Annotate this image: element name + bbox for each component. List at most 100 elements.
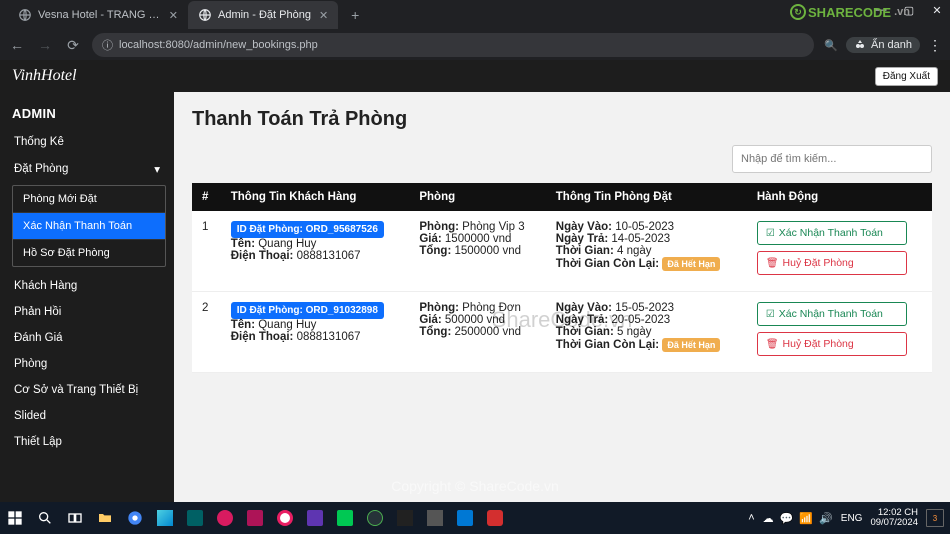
logout-button[interactable]: Đăng Xuất bbox=[875, 67, 938, 86]
sidebar-submenu-booking: Phòng Mới Đặt Xác Nhận Thanh Toán Hồ Sơ … bbox=[12, 185, 166, 267]
th-index: # bbox=[192, 183, 221, 211]
chevron-down-icon: ▾ bbox=[154, 162, 160, 176]
bookings-table: # Thông Tin Khách Hàng Phòng Thông Tin P… bbox=[192, 183, 932, 373]
cancel-booking-button[interactable]: 🗑Huỷ Đặt Phòng bbox=[757, 251, 907, 275]
th-action: Hành Động bbox=[747, 183, 932, 211]
reload-icon[interactable]: ⟳ bbox=[64, 37, 82, 54]
sidebar-item-customers[interactable]: Khách Hàng bbox=[0, 273, 174, 299]
table-row: 1 ID Đặt Phòng: ORD_95687526 Tên: Quang … bbox=[192, 211, 932, 292]
search-shortcut-icon[interactable]: 🔍 bbox=[824, 39, 838, 52]
th-room: Phòng bbox=[409, 183, 545, 211]
confirm-payment-button[interactable]: ☑Xác Nhận Thanh Toán bbox=[757, 302, 907, 326]
cell-room: Phòng: Phòng Đơn Giá: 500000 vnd Tổng: 2… bbox=[409, 292, 545, 373]
globe-icon bbox=[198, 8, 212, 22]
trash-icon: 🗑 bbox=[766, 258, 779, 269]
task-view-icon[interactable] bbox=[60, 502, 90, 534]
confirm-payment-button[interactable]: ☑Xác Nhận Thanh Toán bbox=[757, 221, 907, 245]
order-id-badge: ID Đặt Phòng: ORD_95687526 bbox=[231, 221, 384, 238]
site-info-icon[interactable]: ⓘ bbox=[102, 37, 113, 53]
back-icon[interactable]: ← bbox=[8, 37, 26, 53]
close-icon[interactable]: ✕ bbox=[319, 9, 328, 22]
browser-chrome: Vesna Hotel - TRANG CHỦ ✕ Admin - Đặt Ph… bbox=[0, 0, 950, 60]
app-icon-2[interactable] bbox=[180, 502, 210, 534]
language-indicator[interactable]: ENG bbox=[841, 513, 863, 524]
windows-taskbar: ˄ ☁ 💬 📶 🔊 ENG 12:02 CH 09/07/2024 3 bbox=[0, 502, 950, 534]
submenu-new-bookings[interactable]: Phòng Mới Đặt bbox=[13, 186, 165, 213]
cell-customer: ID Đặt Phòng: ORD_95687526 Tên: Quang Hu… bbox=[221, 211, 410, 292]
close-window-icon[interactable]: ✕ bbox=[930, 4, 944, 17]
url-text: localhost:8080/admin/new_bookings.php bbox=[119, 39, 318, 51]
tab-title: Vesna Hotel - TRANG CHỦ bbox=[38, 9, 161, 21]
new-tab-button[interactable]: + bbox=[344, 7, 366, 23]
browser-tab-active[interactable]: Admin - Đặt Phòng ✕ bbox=[188, 1, 338, 29]
cell-index: 2 bbox=[192, 292, 221, 373]
address-bar: ← → ⟳ ⓘ localhost:8080/admin/new_booking… bbox=[0, 30, 950, 60]
search-input[interactable] bbox=[732, 145, 932, 173]
submenu-booking-profile[interactable]: Hồ Sơ Đặt Phòng bbox=[13, 240, 165, 266]
app-icon-8[interactable] bbox=[360, 502, 390, 534]
cell-customer: ID Đặt Phòng: ORD_91032898 Tên: Quang Hu… bbox=[221, 292, 410, 373]
message-icon[interactable]: 💬 bbox=[780, 512, 794, 525]
wifi-icon[interactable]: 📶 bbox=[799, 512, 813, 525]
sidebar-item-rooms[interactable]: Phòng bbox=[0, 351, 174, 377]
url-input[interactable]: ⓘ localhost:8080/admin/new_bookings.php bbox=[92, 33, 814, 57]
notification-icon[interactable]: 3 bbox=[926, 509, 944, 527]
tray-chevron-icon[interactable]: ˄ bbox=[748, 512, 754, 524]
brand-logo[interactable]: VinhHotel bbox=[12, 67, 77, 85]
cell-room: Phòng: Phòng Vip 3 Giá: 1500000 vnd Tổng… bbox=[409, 211, 545, 292]
app-icon-11[interactable] bbox=[480, 502, 510, 534]
app-icon-5[interactable] bbox=[270, 502, 300, 534]
search-icon[interactable] bbox=[30, 502, 60, 534]
chrome-icon[interactable] bbox=[120, 502, 150, 534]
cell-action: ☑Xác Nhận Thanh Toán 🗑Huỷ Đặt Phòng bbox=[747, 292, 932, 373]
browser-tab[interactable]: Vesna Hotel - TRANG CHỦ ✕ bbox=[8, 1, 188, 29]
sidebar: ADMIN Thống Kê Đặt Phòng ▾ Phòng Mới Đặt… bbox=[0, 92, 174, 502]
cancel-booking-button[interactable]: 🗑Huỷ Đặt Phòng bbox=[757, 332, 907, 356]
explorer-icon[interactable] bbox=[90, 502, 120, 534]
app-icon-9[interactable] bbox=[390, 502, 420, 534]
tab-bar: Vesna Hotel - TRANG CHỦ ✕ Admin - Đặt Ph… bbox=[0, 0, 950, 30]
check-icon: ☑ bbox=[766, 228, 775, 239]
expired-badge: Đã Hết Hạn bbox=[662, 338, 720, 352]
app-icon-10[interactable] bbox=[420, 502, 450, 534]
sidebar-item-stats[interactable]: Thống Kê bbox=[0, 129, 174, 155]
table-row: 2 ID Đặt Phòng: ORD_91032898 Tên: Quang … bbox=[192, 292, 932, 373]
sidebar-item-slides[interactable]: Slided bbox=[0, 403, 174, 429]
incognito-icon bbox=[854, 39, 866, 51]
volume-icon[interactable]: 🔊 bbox=[819, 512, 833, 525]
order-id-badge: ID Đặt Phòng: ORD_91032898 bbox=[231, 302, 384, 319]
close-icon[interactable]: ✕ bbox=[169, 9, 178, 22]
th-customer: Thông Tin Khách Hàng bbox=[221, 183, 410, 211]
expired-badge: Đã Hết Hạn bbox=[662, 257, 720, 271]
sidebar-item-reviews[interactable]: Đánh Giá bbox=[0, 325, 174, 351]
cell-action: ☑Xác Nhận Thanh Toán 🗑Huỷ Đặt Phòng bbox=[747, 211, 932, 292]
maximize-icon[interactable]: ▢ bbox=[902, 4, 916, 17]
app-icon-7[interactable] bbox=[330, 502, 360, 534]
cell-booking: Ngày Vào: 10-05-2023 Ngày Trả: 14-05-202… bbox=[546, 211, 747, 292]
system-tray: ˄ ☁ 💬 📶 🔊 ENG 12:02 CH 09/07/2024 3 bbox=[748, 508, 950, 529]
forward-icon[interactable]: → bbox=[36, 37, 54, 53]
cloud-icon[interactable]: ☁ bbox=[763, 512, 774, 525]
sidebar-item-booking[interactable]: Đặt Phòng ▾ bbox=[0, 155, 174, 183]
sidebar-item-settings[interactable]: Thiết Lập bbox=[0, 429, 174, 455]
app-icon-6[interactable] bbox=[300, 502, 330, 534]
th-booking: Thông Tin Phòng Đặt bbox=[546, 183, 747, 211]
browser-menu-icon[interactable]: ⋮ bbox=[928, 37, 942, 54]
tab-title: Admin - Đặt Phòng bbox=[218, 9, 311, 21]
vscode-icon[interactable] bbox=[450, 502, 480, 534]
app-topbar: VinhHotel Đăng Xuất bbox=[0, 60, 950, 92]
incognito-badge[interactable]: Ẩn danh bbox=[846, 37, 920, 53]
clock[interactable]: 12:02 CH 09/07/2024 bbox=[870, 508, 918, 529]
app-icon-3[interactable] bbox=[210, 502, 240, 534]
page-title: Thanh Toán Trả Phòng bbox=[192, 108, 932, 131]
main-content: Thanh Toán Trả Phòng # Thông Tin Khách H… bbox=[174, 92, 950, 502]
start-button[interactable] bbox=[0, 502, 30, 534]
app-icon-1[interactable] bbox=[150, 502, 180, 534]
submenu-confirm-payment[interactable]: Xác Nhận Thanh Toán bbox=[13, 213, 165, 240]
cell-booking: Ngày Vào: 15-05-2023 Ngày Trả: 20-05-202… bbox=[546, 292, 747, 373]
sidebar-item-facilities[interactable]: Cơ Sở và Trang Thiết Bị bbox=[0, 377, 174, 403]
app-icon-4[interactable] bbox=[240, 502, 270, 534]
sidebar-item-feedback[interactable]: Phản Hồi bbox=[0, 299, 174, 325]
minimize-icon[interactable]: — bbox=[874, 4, 888, 17]
check-icon: ☑ bbox=[766, 309, 775, 320]
